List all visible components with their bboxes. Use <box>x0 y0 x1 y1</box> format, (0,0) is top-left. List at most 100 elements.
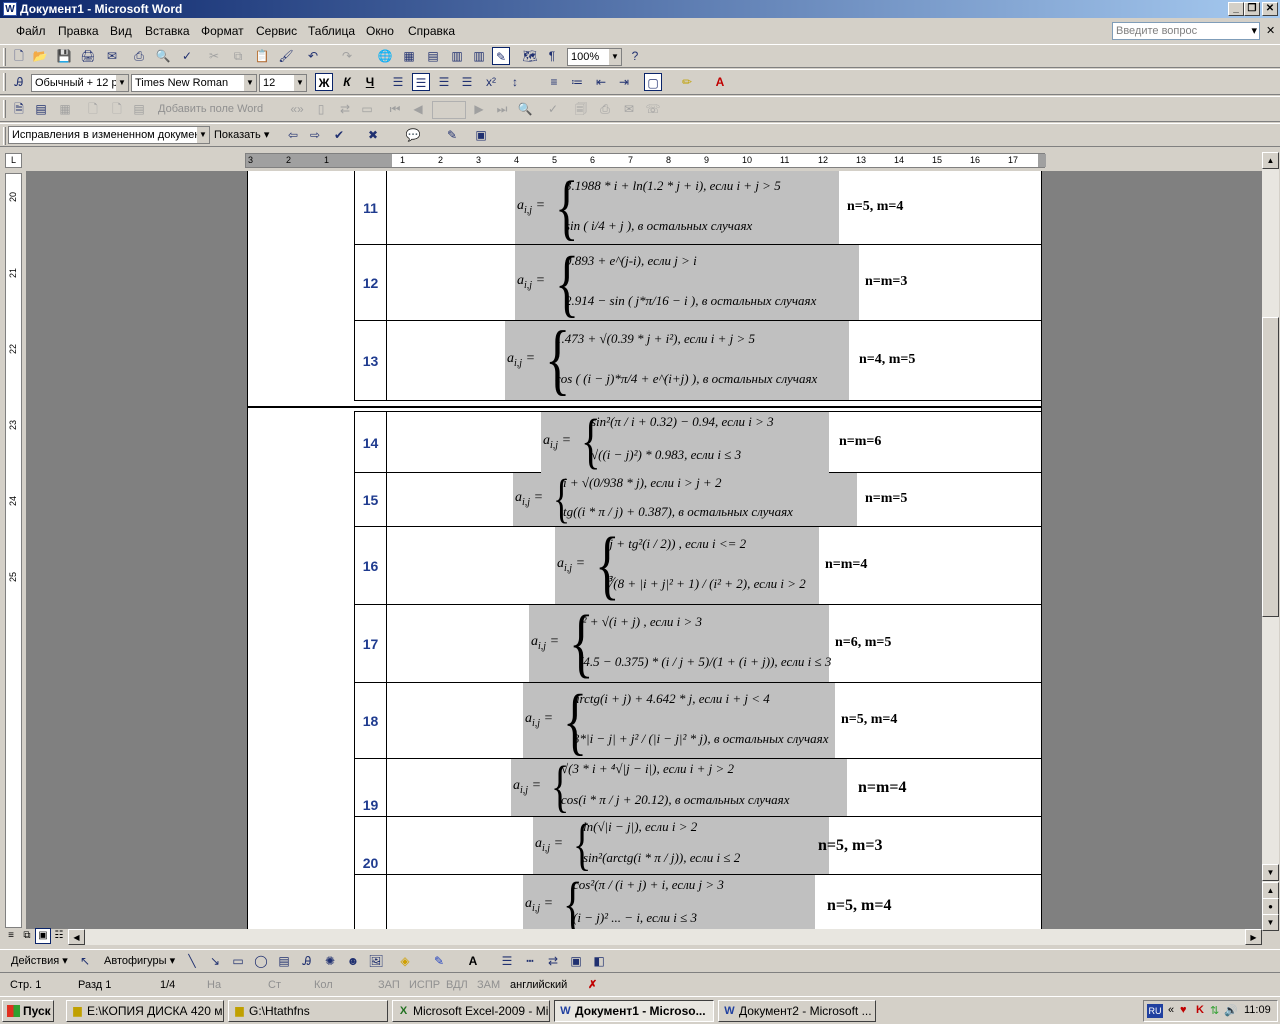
paste-icon[interactable]: 📋 <box>253 47 271 65</box>
show-hide-icon[interactable]: ¶ <box>543 47 561 65</box>
task-document1[interactable]: W Документ1 - Microso... <box>554 1000 714 1022</box>
3d-style-icon[interactable]: ◧ <box>590 952 608 970</box>
bullets-icon[interactable]: ≔ <box>568 73 586 91</box>
rectangle-icon[interactable]: ▭ <box>229 952 247 970</box>
fill-color-icon[interactable]: ◈ <box>396 952 414 970</box>
tray-chevron-icon[interactable]: « <box>1168 1004 1174 1016</box>
scroll-down-icon[interactable]: ▼ <box>1262 864 1279 881</box>
arrow-style-icon[interactable]: ⇄ <box>544 952 562 970</box>
superscript-icon[interactable]: x² <box>482 73 500 91</box>
insert-excel-icon[interactable]: ▥ <box>448 47 466 65</box>
formula-object[interactable]: ai,j ={0.893 + e^(j-i), если j > i 2.914 … <box>515 245 859 320</box>
formula-object[interactable]: ai,j ={1.473 + √(0.39 * j + i²), если i … <box>505 321 849 400</box>
ask-question-box[interactable]: Введите вопрос ▾ <box>1112 22 1260 40</box>
normal-view-icon[interactable]: ≡ <box>3 928 19 944</box>
align-center-icon[interactable]: ☰ <box>412 73 430 91</box>
task-document2[interactable]: W Документ2 - Microsoft ... <box>718 1000 876 1022</box>
web-view-icon[interactable]: ⧉ <box>19 928 35 944</box>
wordart-icon[interactable]: Ꭿ <box>298 952 316 970</box>
menu-view[interactable]: Вид <box>110 24 132 38</box>
italic-button[interactable]: К <box>338 73 356 91</box>
chevron-down-icon[interactable]: ▼ <box>609 49 621 65</box>
font-select[interactable]: Times New Roman ▼ <box>131 74 257 92</box>
textbox-icon[interactable]: ▤ <box>275 952 293 970</box>
minimize-button[interactable]: _ <box>1228 2 1244 16</box>
arrow-icon[interactable]: ↘ <box>206 952 224 970</box>
table-row[interactable]: ai,j ={cos²(π / (i + j) + i, если j > 3(… <box>354 874 1042 929</box>
restore-button[interactable]: ❐ <box>1244 2 1260 16</box>
hyperlink-icon[interactable]: 🌐 <box>376 47 394 65</box>
chevron-down-icon[interactable]: ▼ <box>116 75 128 91</box>
accept-change-icon[interactable]: ✔ <box>330 126 348 144</box>
menu-tools[interactable]: Сервис <box>256 24 297 38</box>
menu-help[interactable]: Справка <box>408 24 455 38</box>
task-folder-copy[interactable]: ▆ E:\КОПИЯ ДИСКА 420 м... <box>66 1000 224 1022</box>
record-number-input[interactable] <box>432 101 466 119</box>
print-preview-icon[interactable]: 🔍 <box>154 47 172 65</box>
next-page-icon[interactable]: ▼ <box>1262 914 1279 931</box>
new-document-icon[interactable]: 🗋 <box>10 47 28 65</box>
last-record-icon[interactable]: ⏭ <box>493 100 511 118</box>
review-display-select[interactable]: Исправления в измененном документе ▼ <box>8 126 210 144</box>
numbering-icon[interactable]: ≡ <box>545 73 563 91</box>
merge-to-printer-icon[interactable]: ⎙ <box>596 100 614 118</box>
actions-menu[interactable]: Действия ▾ <box>11 952 68 970</box>
network-icon[interactable]: ⇅ <box>1210 1004 1219 1017</box>
save-icon[interactable]: 💾 <box>55 47 73 65</box>
next-record-icon[interactable]: ▶ <box>470 100 488 118</box>
menu-window[interactable]: Окно <box>366 24 394 38</box>
styles-pane-icon[interactable]: Ꭿ <box>10 73 28 91</box>
borders-icon[interactable]: ▢ <box>644 73 662 91</box>
status-ovr[interactable]: ЗАМ <box>477 977 500 993</box>
redo-icon[interactable]: ↷ <box>338 47 356 65</box>
drawing-icon[interactable]: ✎ <box>492 47 510 65</box>
task-folder-htathfns[interactable]: ▆ G:\Htathfns <box>228 1000 388 1022</box>
line-style-icon[interactable]: ☰ <box>498 952 516 970</box>
check-errors-icon[interactable]: ✓ <box>544 100 562 118</box>
close-button[interactable]: ✕ <box>1262 2 1278 16</box>
kaspersky-icon[interactable]: K <box>1196 1004 1204 1016</box>
insert-greeting-icon[interactable]: 🗋 <box>108 100 126 118</box>
table-row[interactable]: 12 ai,j ={0.893 + e^(j-i), если j > i 2.91… <box>354 245 1042 321</box>
permission-icon[interactable]: 🖨 <box>79 47 97 65</box>
language-indicator[interactable]: RU <box>1147 1004 1163 1018</box>
formula-object[interactable]: ai,j ={i + √(0/938 * j), если i > j + 2t… <box>513 472 857 526</box>
main-document-icon[interactable]: 🗎 <box>10 100 28 118</box>
horizontal-ruler[interactable]: 3 2 1 1 2 3 4 5 6 7 8 9 10 11 12 13 14 15 16 17 <box>245 153 1046 168</box>
merge-to-new-icon[interactable]: 🗐 <box>572 100 590 118</box>
reject-change-icon[interactable]: ✖ <box>364 126 382 144</box>
insert-address-icon[interactable]: 🗋 <box>84 100 102 118</box>
table-row[interactable]: 20 ai,j ={ln(√|i − j|), если i > 2 sin²(ar… <box>354 817 1042 875</box>
shadow-icon[interactable]: ▣ <box>567 952 585 970</box>
volume-icon[interactable]: 🔊 <box>1224 1004 1238 1017</box>
open-icon[interactable]: 📂 <box>31 47 49 65</box>
table-row[interactable]: 11 ai,j ={3.1988 * i + ln(1.2 * j + i), е… <box>354 171 1042 245</box>
track-changes-icon[interactable]: ✎ <box>443 126 461 144</box>
first-record-icon[interactable]: ⏮ <box>386 100 404 118</box>
table-row[interactable]: 17 ai,j ={i² + √(i + j) , если i > 3 (4.5 … <box>354 604 1042 683</box>
task-excel[interactable]: X Microsoft Excel-2009 - Mi... <box>392 1000 550 1022</box>
insert-table-icon[interactable]: ▤ <box>424 47 442 65</box>
vertical-ruler[interactable]: 20 21 22 23 24 25 <box>5 173 22 928</box>
highlight-fields-icon[interactable]: ▯ <box>312 100 330 118</box>
picture-icon[interactable]: 🖼 <box>367 952 385 970</box>
select-objects-icon[interactable]: ↖ <box>76 952 94 970</box>
print-icon[interactable]: ⎙ <box>130 47 148 65</box>
horizontal-scrollbar[interactable]: ◀ ▶ <box>68 929 1262 945</box>
copy-icon[interactable]: ⧉ <box>229 47 247 65</box>
vertical-scrollbar[interactable]: ▲ ▼ ▲ ● ▼ <box>1262 152 1279 931</box>
clipart-icon[interactable]: ☻ <box>344 952 362 970</box>
table-row[interactable]: 13 ai,j ={1.473 + √(0.39 * j + i²), если … <box>354 321 1042 401</box>
document-map-icon[interactable]: 🗺 <box>521 47 539 65</box>
formula-object[interactable]: ai,j ={i² + √(i + j) , если i > 3 (4.5 − … <box>529 604 831 682</box>
table-row[interactable]: 19 ai,j ={√(3 * i + ⁴√|j − i|), если i + … <box>354 759 1042 817</box>
menu-format[interactable]: Формат <box>201 24 244 38</box>
table-row[interactable]: 18 ai,j ={arctg(i + j) + 4.642 * j, если … <box>354 683 1042 759</box>
view-merged-icon[interactable]: «» <box>288 100 306 118</box>
previous-record-icon[interactable]: ◀ <box>409 100 427 118</box>
format-painter-icon[interactable]: 🖌 <box>277 47 295 65</box>
underline-button[interactable]: Ч <box>361 73 379 91</box>
next-change-icon[interactable]: ⇨ <box>306 126 324 144</box>
font-color-icon[interactable]: A <box>711 73 729 91</box>
table-row[interactable]: 14 ai,j ={sin²(π / i + 0.32) − 0.94, если… <box>354 411 1042 473</box>
